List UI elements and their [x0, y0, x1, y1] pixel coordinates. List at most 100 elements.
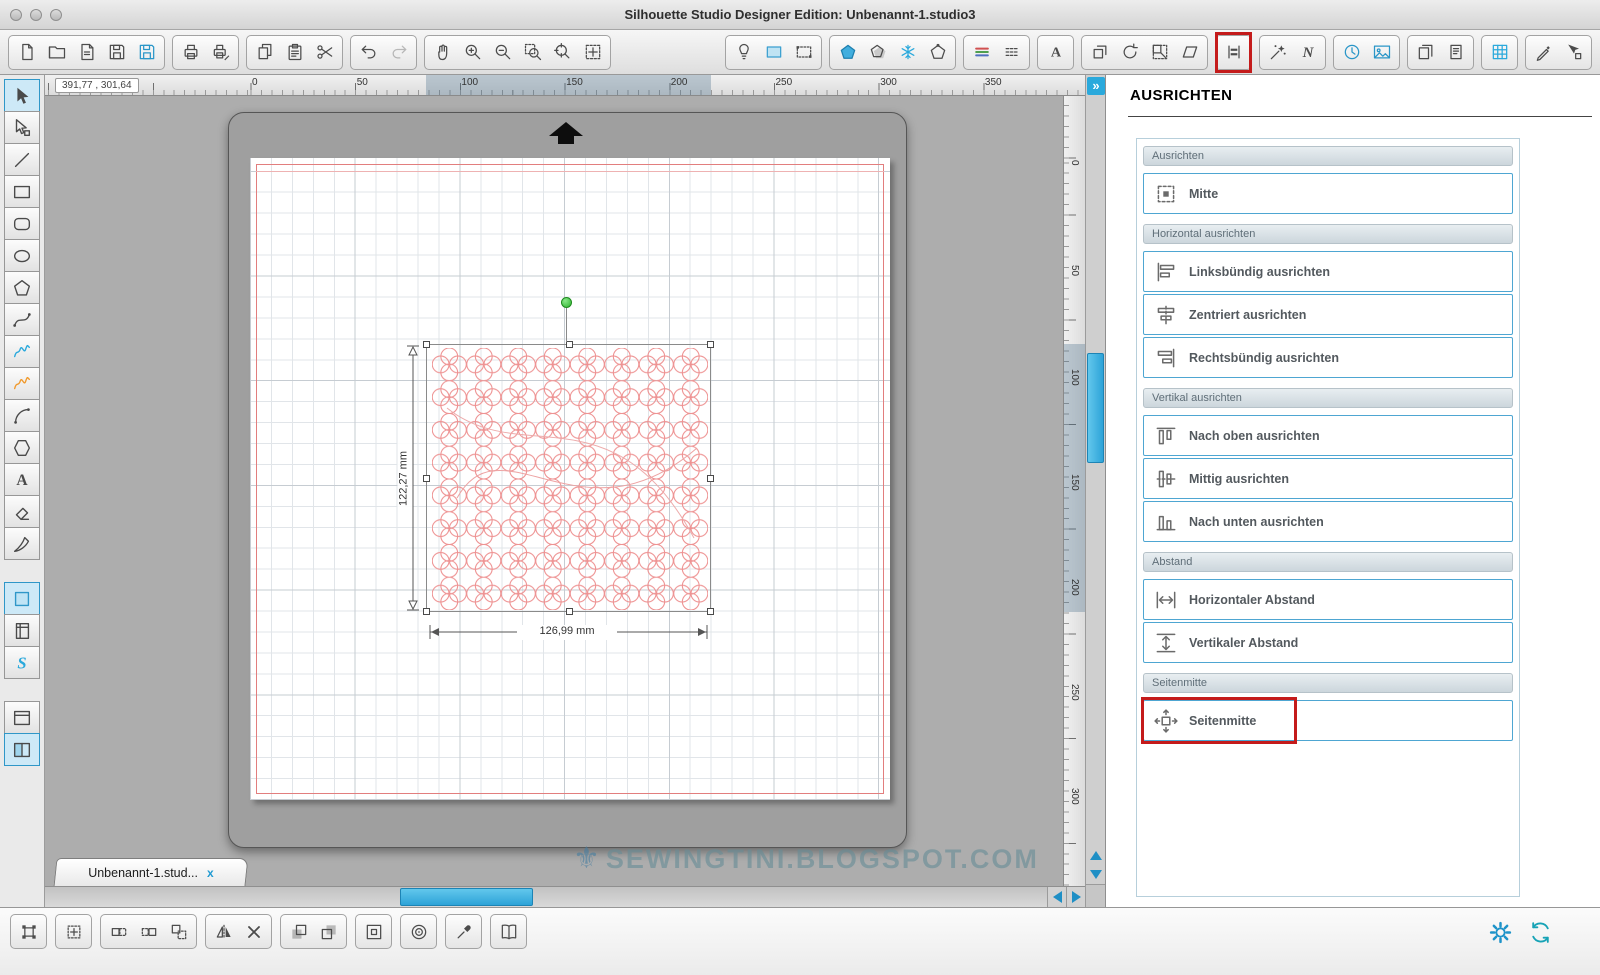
- replicate-button[interactable]: [1263, 38, 1292, 67]
- rotate-button[interactable]: [1115, 38, 1144, 67]
- align-bottom-button[interactable]: Nach unten ausrichten: [1143, 501, 1513, 542]
- mirror-button[interactable]: [209, 917, 238, 946]
- arc-tool[interactable]: [4, 399, 40, 432]
- align-button[interactable]: [1215, 31, 1252, 73]
- vertical-spacing-button[interactable]: Vertikaler Abstand: [1143, 622, 1513, 663]
- redo-button[interactable]: [384, 38, 413, 67]
- save-as-button[interactable]: [132, 38, 161, 67]
- design-page-settings-button[interactable]: [729, 38, 758, 67]
- preferences-button[interactable]: [1486, 918, 1514, 946]
- tab-close-button[interactable]: x: [207, 866, 214, 880]
- compound-path-button[interactable]: [359, 917, 388, 946]
- modify-button[interactable]: [1085, 38, 1114, 67]
- color-picker-button[interactable]: [449, 917, 478, 946]
- delete-button[interactable]: [239, 917, 268, 946]
- zoom-selection-button[interactable]: [518, 38, 547, 67]
- open-library-button[interactable]: [72, 38, 101, 67]
- rectangle-tool[interactable]: [4, 175, 40, 208]
- duplicate-multiple-button[interactable]: [164, 917, 193, 946]
- object-target-button[interactable]: [404, 917, 433, 946]
- canvas-area[interactable]: 122,27 mm 126,99 mm ⚜ SEWINGTINI.BLOGSPOT…: [45, 75, 1085, 907]
- text-tool[interactable]: [4, 463, 40, 496]
- freehand-tool[interactable]: [4, 335, 40, 368]
- selection-handle-n[interactable]: [566, 341, 573, 348]
- scroll-left-button[interactable]: [1048, 887, 1066, 907]
- seitenmitte-button[interactable]: Seitenmitte: [1141, 697, 1513, 744]
- vertical-scrollbar-thumb[interactable]: [1087, 353, 1104, 463]
- trace-button[interactable]: [1337, 38, 1366, 67]
- free-transform-button[interactable]: [59, 917, 88, 946]
- nest-button[interactable]: [1293, 38, 1322, 67]
- library-view-button[interactable]: [4, 614, 40, 647]
- align-right-button[interactable]: Rechtsbündig ausrichten: [1143, 337, 1513, 378]
- text-style-button[interactable]: [1041, 38, 1070, 67]
- print-settings-button[interactable]: [206, 38, 235, 67]
- align-top-button[interactable]: Nach oben ausrichten: [1143, 415, 1513, 456]
- scroll-right-button[interactable]: [1066, 887, 1085, 907]
- split-window-button[interactable]: [4, 733, 40, 766]
- duplicate-left-button[interactable]: [104, 917, 133, 946]
- store-view-button[interactable]: [4, 646, 40, 679]
- curve-tool[interactable]: [4, 303, 40, 336]
- select-tool[interactable]: [4, 79, 40, 112]
- rounded-rectangle-tool[interactable]: [4, 207, 40, 240]
- line-tool[interactable]: [4, 143, 40, 176]
- selection-bounding-box[interactable]: [423, 341, 714, 615]
- send-to-silhouette-button[interactable]: [1411, 38, 1440, 67]
- zoom-drag-button[interactable]: [548, 38, 577, 67]
- duplicate-right-button[interactable]: [134, 917, 163, 946]
- align-center-horizontal-button[interactable]: Zentriert ausrichten: [1143, 294, 1513, 335]
- scroll-down-button[interactable]: [1086, 865, 1105, 884]
- document-tab[interactable]: Unbenannt-1.stud... x: [53, 858, 249, 886]
- selection-handle-ne[interactable]: [707, 341, 714, 348]
- save-button[interactable]: [102, 38, 131, 67]
- scale-button[interactable]: [1145, 38, 1174, 67]
- design-view-button[interactable]: [4, 582, 40, 615]
- fill-pattern-button[interactable]: [893, 38, 922, 67]
- pan-tool-button[interactable]: [428, 38, 457, 67]
- open-button[interactable]: [42, 38, 71, 67]
- ellipse-tool[interactable]: [4, 239, 40, 272]
- horizontal-scrollbar[interactable]: [45, 886, 1085, 907]
- cut-button[interactable]: [310, 38, 339, 67]
- line-style-button[interactable]: [997, 38, 1026, 67]
- align-left-button[interactable]: Linksbündig ausrichten: [1143, 251, 1513, 292]
- fill-gradient-button[interactable]: [863, 38, 892, 67]
- line-color-button[interactable]: [923, 38, 952, 67]
- page-setup-button[interactable]: [759, 38, 788, 67]
- fill-color-button[interactable]: [833, 38, 862, 67]
- zoom-out-button[interactable]: [488, 38, 517, 67]
- pointer-settings-button[interactable]: [1559, 38, 1588, 67]
- send-to-back-button[interactable]: [314, 917, 343, 946]
- point-editing-tool[interactable]: [4, 111, 40, 144]
- line-color-style-button[interactable]: [967, 38, 996, 67]
- copy-button[interactable]: [250, 38, 279, 67]
- send-page-button[interactable]: [1441, 38, 1470, 67]
- bring-to-front-button[interactable]: [284, 917, 313, 946]
- marker-settings-button[interactable]: [1529, 38, 1558, 67]
- refresh-button[interactable]: [1526, 918, 1554, 946]
- zoom-in-button[interactable]: [458, 38, 487, 67]
- shear-button[interactable]: [1175, 38, 1204, 67]
- show-grid-button[interactable]: [1485, 38, 1514, 67]
- eraser-tool[interactable]: [4, 495, 40, 528]
- horizontal-scrollbar-thumb[interactable]: [400, 888, 533, 906]
- selection-handle-se[interactable]: [707, 608, 714, 615]
- minimize-button[interactable]: [30, 8, 42, 21]
- close-button[interactable]: [10, 8, 22, 21]
- smooth-freehand-tool[interactable]: [4, 367, 40, 400]
- fit-to-page-button[interactable]: [578, 38, 607, 67]
- transform-panel-button[interactable]: [14, 917, 43, 946]
- undo-button[interactable]: [354, 38, 383, 67]
- zoom-button[interactable]: [50, 8, 62, 21]
- single-window-button[interactable]: [4, 701, 40, 734]
- expand-panel-button[interactable]: »: [1087, 77, 1105, 95]
- new-document-button[interactable]: [12, 38, 41, 67]
- paste-button[interactable]: [280, 38, 309, 67]
- align-middle-button[interactable]: Mittig ausrichten: [1143, 458, 1513, 499]
- style-library-button[interactable]: [494, 917, 523, 946]
- selection-handle-s[interactable]: [566, 608, 573, 615]
- registration-marks-button[interactable]: [789, 38, 818, 67]
- vertical-scrollbar[interactable]: »: [1085, 75, 1105, 907]
- rotation-handle[interactable]: [561, 297, 572, 308]
